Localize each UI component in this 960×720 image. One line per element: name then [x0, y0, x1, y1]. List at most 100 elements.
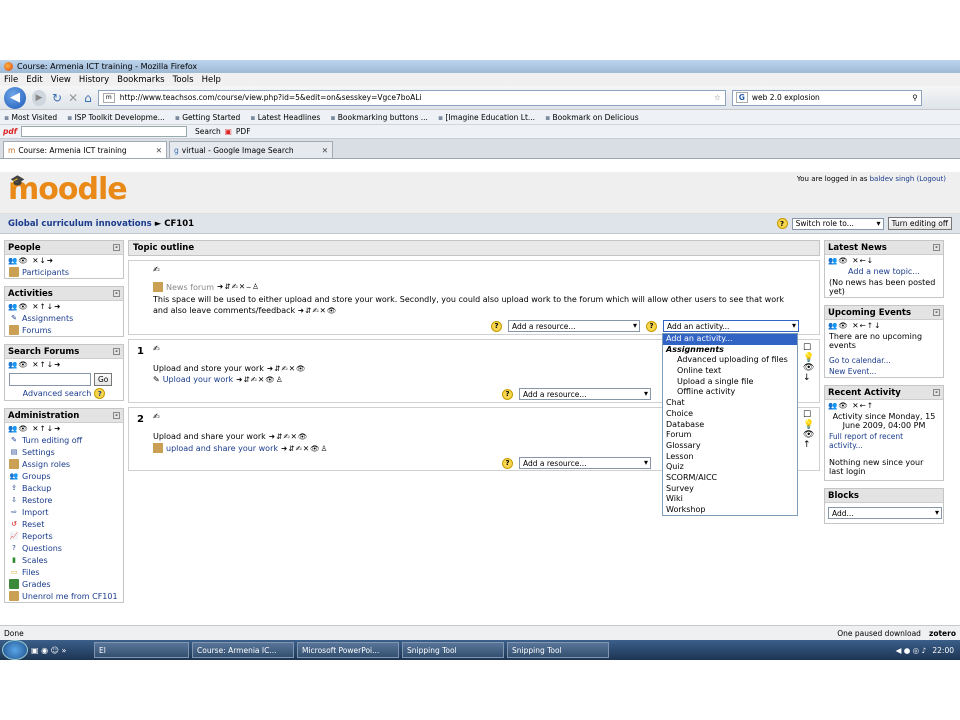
- pdf-search-button[interactable]: Search: [195, 127, 221, 136]
- turn-editing-off-button[interactable]: Turn editing off: [887, 217, 952, 230]
- dropdown-option[interactable]: Advanced uploading of files: [663, 355, 797, 366]
- dropdown-option[interactable]: Quiz: [663, 462, 797, 473]
- admin-item[interactable]: ▮ Scales: [5, 554, 123, 566]
- dropdown-option[interactable]: Choice: [663, 409, 797, 420]
- block-edit-controls[interactable]: 👥👁 ✕↑↓➜: [5, 423, 123, 434]
- block-edit-controls[interactable]: 👥👁 ✕↑↓➜: [5, 359, 123, 370]
- edit-controls[interactable]: ➜⇵✍✕👁: [267, 364, 307, 373]
- collapse-icon[interactable]: -: [933, 309, 940, 316]
- home-icon[interactable]: ⌂: [84, 91, 92, 105]
- dropdown-option[interactable]: Survey: [663, 484, 797, 495]
- upload-share-link[interactable]: upload and share your work: [166, 444, 278, 453]
- collapse-icon[interactable]: -: [933, 244, 940, 251]
- dropdown-option[interactable]: SCORM/AICC: [663, 473, 797, 484]
- eye-icon[interactable]: 👁: [803, 363, 814, 373]
- tab-course[interactable]: m Course: Armenia ICT training ✕: [3, 141, 167, 158]
- dropdown-option[interactable]: Forum: [663, 430, 797, 441]
- bookmark-item[interactable]: Latest Headlines: [250, 113, 321, 122]
- reload-icon[interactable]: ↻: [52, 91, 62, 105]
- edit-controls[interactable]: ➜⇵✍✕👁: [298, 306, 338, 315]
- bookmark-item[interactable]: Bookmark on Delicious: [545, 113, 639, 122]
- admin-item[interactable]: ▤ Settings: [5, 446, 123, 458]
- zotero-label[interactable]: zotero: [929, 629, 956, 638]
- edit-controls[interactable]: ➜⇵✍✕👁: [269, 432, 309, 441]
- admin-item[interactable]: ? Questions: [5, 542, 123, 554]
- taskbar-item[interactable]: Microsoft PowerPoi...: [297, 642, 399, 658]
- search-bar[interactable]: G web 2.0 explosion ⚲: [731, 89, 922, 106]
- block-edit-controls[interactable]: 👥👁 ✕←↑: [825, 400, 943, 411]
- url-bar[interactable]: m http://www.teachsos.com/course/view.ph…: [97, 89, 726, 106]
- assignments-link[interactable]: ✎ Assignments: [5, 312, 123, 324]
- help-icon[interactable]: ?: [94, 388, 106, 399]
- collapse-icon[interactable]: -: [113, 244, 120, 251]
- admin-item[interactable]: Grades: [5, 578, 123, 590]
- menu-view[interactable]: View: [51, 75, 71, 85]
- bookmark-star-icon[interactable]: ☆: [714, 93, 721, 102]
- edit-controls[interactable]: ➜⇵✍✕⌣♙: [217, 282, 260, 292]
- block-edit-controls[interactable]: 👥👁 ✕←↑↓: [825, 320, 943, 331]
- advanced-search-link[interactable]: Advanced search: [23, 389, 92, 398]
- admin-item[interactable]: ⇩ Restore: [5, 494, 123, 506]
- admin-item[interactable]: ✎ Turn editing off: [5, 434, 123, 446]
- collapse-icon[interactable]: -: [113, 412, 120, 419]
- dropdown-option[interactable]: Lesson: [663, 452, 797, 463]
- quick-launch[interactable]: ▣ ◉ ☺ »: [31, 646, 91, 655]
- block-edit-controls[interactable]: 👥👁 ✕↑↓➜: [5, 301, 123, 312]
- full-report-link[interactable]: Full report of recent activity...: [829, 432, 939, 450]
- bookmark-item[interactable]: Bookmarking buttons ...: [330, 113, 428, 122]
- participants-link[interactable]: Participants: [5, 266, 123, 278]
- logout-link[interactable]: (Logout): [917, 175, 946, 183]
- taskbar-item[interactable]: Snipping Tool: [507, 642, 609, 658]
- menu-tools[interactable]: Tools: [173, 75, 194, 85]
- eye-icon[interactable]: 👁: [803, 430, 814, 440]
- admin-item[interactable]: ▭ Files: [5, 566, 123, 578]
- add-block-select[interactable]: Add...: [828, 507, 942, 519]
- admin-item[interactable]: ⇪ Backup: [5, 482, 123, 494]
- admin-item[interactable]: 👥 Groups: [5, 470, 123, 482]
- new-event-link[interactable]: New Event...: [829, 367, 876, 376]
- lightbulb-icon[interactable]: 💡: [803, 353, 814, 363]
- breadcrumb-root[interactable]: Global curriculum innovations: [8, 219, 152, 229]
- bookmark-item[interactable]: ISP Toolkit Developme...: [67, 113, 165, 122]
- dropdown-option[interactable]: Workshop: [663, 505, 797, 516]
- search-icon[interactable]: ⚲: [912, 93, 918, 102]
- pdf-label[interactable]: PDF: [236, 127, 251, 136]
- user-link[interactable]: baldev singh: [870, 175, 915, 183]
- close-tab-icon[interactable]: ✕: [156, 146, 162, 155]
- menu-bookmarks[interactable]: Bookmarks: [117, 75, 165, 85]
- bookmark-item[interactable]: Most Visited: [4, 113, 57, 122]
- move-up-icon[interactable]: ↑: [803, 440, 814, 450]
- forums-link[interactable]: Forums: [5, 324, 123, 336]
- help-icon[interactable]: ?: [491, 320, 502, 332]
- news-forum-link[interactable]: News forum: [166, 283, 214, 292]
- block-edit-controls[interactable]: 👥👁 ✕↓➜: [5, 255, 123, 266]
- forum-search-input[interactable]: [9, 373, 91, 386]
- help-icon[interactable]: ?: [502, 388, 513, 400]
- edit-summary-icon[interactable]: ✍: [153, 265, 160, 274]
- highlight-box-icon[interactable]: ☐: [803, 410, 814, 420]
- block-edit-controls[interactable]: 👥👁 ✕←↓: [825, 255, 943, 266]
- edit-summary-icon[interactable]: ✍: [153, 344, 160, 353]
- admin-item[interactable]: ↺ Reset: [5, 518, 123, 530]
- dropdown-option[interactable]: Glossary: [663, 441, 797, 452]
- taskbar-item[interactable]: Snipping Tool: [402, 642, 504, 658]
- moodle-logo[interactable]: 🎓 moodle: [8, 172, 128, 207]
- lightbulb-icon[interactable]: 💡: [803, 420, 814, 430]
- add-resource-select[interactable]: Add a resource...: [519, 388, 651, 400]
- collapse-icon[interactable]: -: [113, 348, 120, 355]
- dropdown-option[interactable]: Offline activity: [663, 387, 797, 398]
- back-button[interactable]: ◀: [4, 86, 26, 109]
- menu-history[interactable]: History: [79, 75, 109, 85]
- bookmark-item[interactable]: [Imagine Education Lt...: [438, 113, 535, 122]
- help-icon[interactable]: ?: [646, 320, 657, 332]
- dropdown-option[interactable]: Database: [663, 420, 797, 431]
- go-button[interactable]: Go: [94, 373, 113, 386]
- tab-google[interactable]: g virtual - Google Image Search ✕: [169, 141, 333, 158]
- download-status[interactable]: One paused download: [837, 629, 921, 638]
- forward-button[interactable]: ▶: [32, 89, 46, 106]
- calendar-link[interactable]: Go to calendar...: [829, 356, 891, 365]
- add-resource-select[interactable]: Add a resource...: [508, 320, 640, 332]
- add-resource-select[interactable]: Add a resource...: [519, 457, 651, 469]
- dropdown-option[interactable]: Add an activity...: [663, 334, 797, 345]
- dropdown-option[interactable]: Wiki: [663, 494, 797, 505]
